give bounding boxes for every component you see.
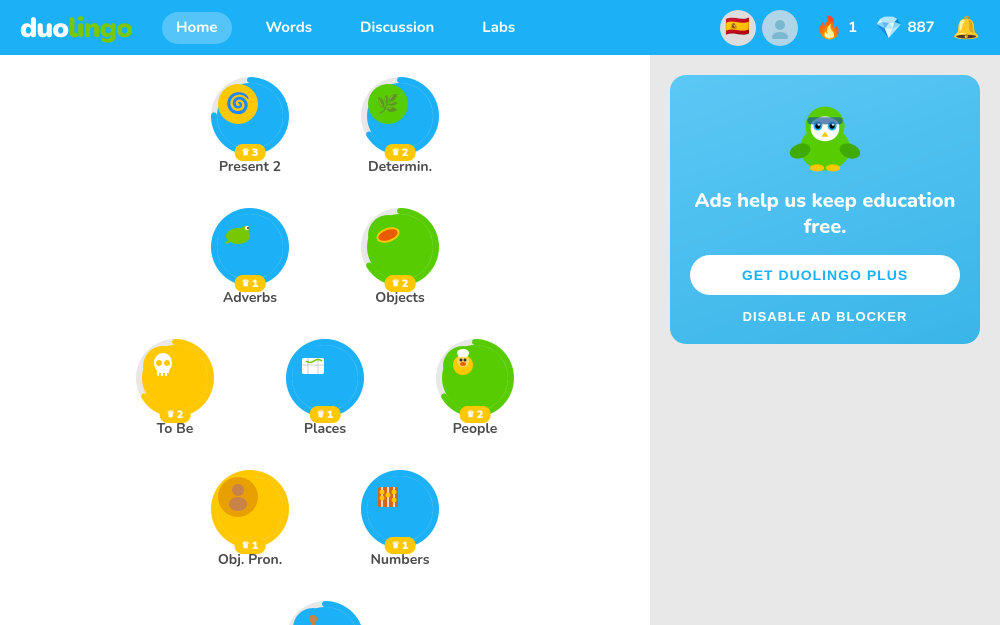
lesson-people[interactable]: 2 People — [425, 337, 525, 438]
lesson-tobe[interactable]: 2 To Be — [125, 337, 225, 438]
lesson-numbers[interactable]: 1 Numbers — [350, 468, 450, 569]
streak-count: 1 — [848, 18, 857, 38]
svg-text:🌀: 🌀 — [226, 91, 251, 118]
crown-badge-people: 2 — [460, 406, 491, 423]
user-avatar[interactable] — [762, 10, 798, 46]
lesson-partial[interactable]: 1 — [275, 599, 375, 625]
lesson-row-1: 🌀 3 Present 2 🌿 — [200, 75, 450, 176]
ad-card: Ads help us keep education free. GET DUO… — [670, 75, 980, 344]
nav-discussion[interactable]: Discussion — [346, 12, 448, 44]
lesson-row-5: 1 — [275, 599, 375, 625]
notification-bell-icon[interactable]: 🔔 — [953, 13, 980, 43]
lesson-row-3: 2 To Be — [125, 337, 525, 438]
gems-count: 887 — [908, 18, 935, 38]
nav-labs[interactable]: Labs — [468, 12, 529, 44]
lesson-row-4: 1 Obj. Pron. — [200, 468, 450, 569]
disable-ad-blocker-button[interactable]: DISABLE AD BLOCKER — [743, 309, 908, 324]
crown-badge-numbers: 1 — [385, 537, 416, 554]
lesson-adverbs[interactable]: 1 Adverbs — [200, 206, 300, 307]
crown-badge-adverbs: 1 — [235, 275, 266, 292]
crown-badge-determin: 2 — [385, 144, 416, 161]
crown-badge-objpron: 1 — [235, 537, 266, 554]
flame-icon: 🔥 — [816, 13, 843, 43]
lessons-panel: 🌀 3 Present 2 🌿 — [0, 55, 650, 625]
nav-home[interactable]: Home — [162, 12, 232, 44]
streak-stat: 🔥 1 — [816, 13, 857, 43]
sidebar: Ads help us keep education free. GET DUO… — [650, 55, 1000, 625]
gems-stat: 💎 887 — [875, 13, 934, 43]
logo: duolingo — [20, 9, 132, 47]
crown-badge-objects: 2 — [385, 275, 416, 292]
lesson-places[interactable]: 1 Places — [275, 337, 375, 438]
gem-icon: 💎 — [875, 13, 902, 43]
svg-text:🌿: 🌿 — [377, 93, 399, 117]
lesson-row-2: 1 Adverbs — [200, 206, 450, 307]
lesson-objects[interactable]: 2 Objects — [350, 206, 450, 307]
lesson-determin[interactable]: 🌿 2 Determin. — [350, 75, 450, 176]
header: duolingo Home Words Discussion Labs 🇪🇸 🔥… — [0, 0, 1000, 55]
crown-badge-tobe: 2 — [160, 406, 191, 423]
lesson-present2[interactable]: 🌀 3 Present 2 — [200, 75, 300, 176]
crown-badge-places: 1 — [310, 406, 341, 423]
header-right: 🇪🇸 🔥 1 💎 887 🔔 — [720, 10, 980, 46]
main-layout: 🌀 3 Present 2 🌿 — [0, 55, 1000, 625]
owl-mascot — [785, 95, 865, 175]
ad-text: Ads help us keep education free. — [690, 189, 960, 241]
nav-words[interactable]: Words — [252, 12, 326, 44]
crown-badge-present2: 3 — [235, 144, 266, 161]
lesson-objpron[interactable]: 1 Obj. Pron. — [200, 468, 300, 569]
flag-avatar-group: 🇪🇸 — [720, 10, 798, 46]
get-plus-button[interactable]: GET DUOLINGO PLUS — [690, 255, 960, 295]
flag-icon[interactable]: 🇪🇸 — [720, 10, 756, 46]
